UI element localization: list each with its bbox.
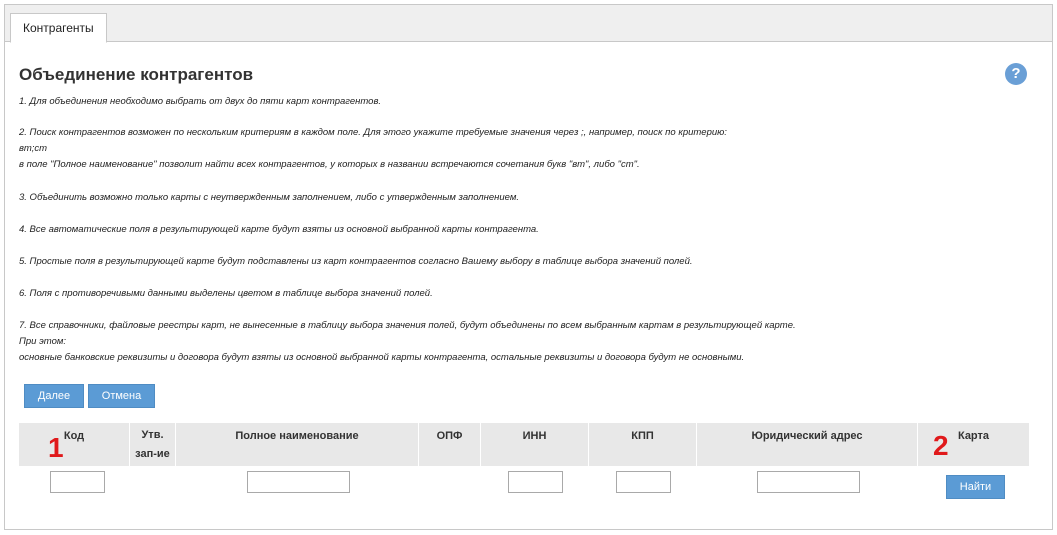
column-inn-label: ИНН <box>522 430 547 442</box>
instruction-line: в поле "Полное наименование" позволит на… <box>19 159 640 170</box>
column-approved[interactable]: Утв. зап-ие <box>130 423 176 466</box>
instruction-line: 1. Для объединения необходимо выбрать от… <box>19 96 382 107</box>
instruction-line: При этом: <box>19 336 67 347</box>
instruction-line: 2. Поиск контрагентов возможен по нескол… <box>19 127 727 138</box>
tab-counterparties[interactable]: Контрагенты <box>10 13 107 43</box>
column-code-label: Код <box>63 430 85 442</box>
column-card-label: Карта <box>957 430 990 442</box>
column-approved-label-2: зап-ие <box>135 448 170 460</box>
column-kpp-label: КПП <box>631 430 654 442</box>
inn-filter-input[interactable] <box>508 471 563 493</box>
instruction-line: 5. Простые поля в результирующей карте б… <box>19 256 693 267</box>
instruction-line: основные банковские реквизиты и договора… <box>19 352 745 363</box>
next-button[interactable]: Далее <box>24 384 84 408</box>
legal-address-filter-input[interactable] <box>757 471 860 493</box>
help-icon[interactable]: ? <box>1005 63 1027 85</box>
page-title: Объединение контрагентов <box>19 65 254 84</box>
annotation-marker-1: 1 <box>48 432 64 463</box>
column-opf[interactable]: ОПФ <box>419 423 481 466</box>
instruction-line: 6. Поля с противоречивыми данными выделе… <box>19 288 433 299</box>
column-kpp[interactable]: КПП <box>589 423 697 466</box>
column-legal-address-label: Юридический адрес <box>751 430 863 442</box>
instruction-line: 3. Объединить возможно только карты с не… <box>19 192 520 203</box>
instruction-line: 4. Все автоматические поля в результирую… <box>19 224 539 235</box>
column-code[interactable]: Код <box>19 423 130 466</box>
column-approved-label-1: Утв. <box>141 429 164 441</box>
table-header: Код Утв. зап-ие Полное наименование ОПФ … <box>19 423 1029 466</box>
kpp-filter-input[interactable] <box>616 471 671 493</box>
code-filter-input[interactable] <box>50 471 105 493</box>
full-name-filter-input[interactable] <box>247 471 350 493</box>
column-legal-address[interactable]: Юридический адрес <box>697 423 918 466</box>
find-button[interactable]: Найти <box>946 475 1005 499</box>
annotation-marker-2: 2 <box>933 430 949 461</box>
column-full-name[interactable]: Полное наименование <box>176 423 419 466</box>
cancel-button[interactable]: Отмена <box>88 384 155 408</box>
column-opf-label: ОПФ <box>436 430 463 442</box>
instruction-line: вт;ст <box>19 143 48 154</box>
column-inn[interactable]: ИНН <box>481 423 589 466</box>
column-full-name-label: Полное наименование <box>235 430 359 442</box>
tab-bar: Контрагенты <box>5 5 1052 43</box>
instruction-line: 7. Все справочники, файловые реестры кар… <box>19 320 796 331</box>
